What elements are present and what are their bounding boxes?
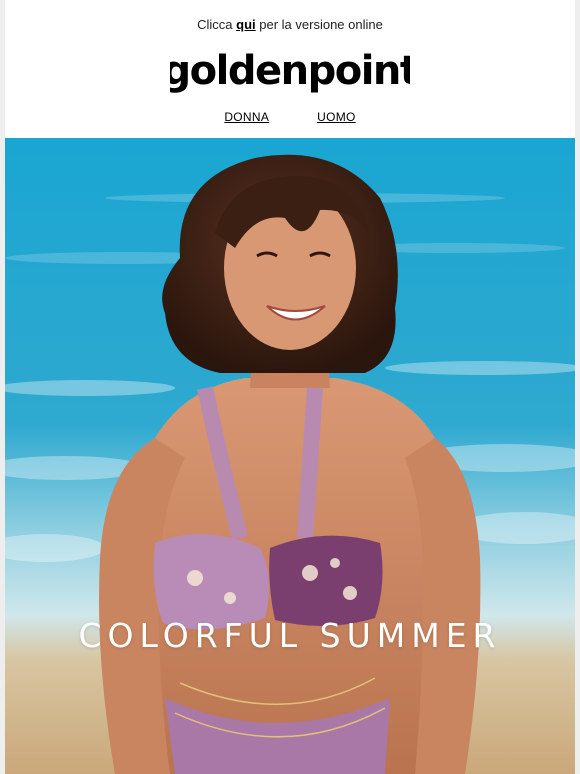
preheader-prefix: Clicca bbox=[197, 17, 237, 32]
nav-item-uomo[interactable]: UOMO bbox=[317, 110, 356, 124]
brand-logo[interactable]: goldenpoint bbox=[5, 48, 575, 104]
email-backdrop: Clicca qui per la versione online golden… bbox=[0, 0, 580, 774]
online-version-link[interactable]: qui bbox=[236, 17, 256, 32]
svg-text:goldenpoint: goldenpoint bbox=[170, 48, 410, 94]
hero-image bbox=[5, 138, 575, 774]
main-nav: DONNA UOMO bbox=[5, 110, 575, 124]
preheader: Clicca qui per la versione online bbox=[5, 17, 575, 32]
preheader-suffix: per la versione online bbox=[255, 17, 383, 32]
hero-banner[interactable]: COLORFUL SUMMER bbox=[5, 138, 575, 774]
email-body: Clicca qui per la versione online golden… bbox=[5, 0, 575, 774]
nav-item-donna[interactable]: DONNA bbox=[224, 110, 269, 124]
brand-logo-wordmark: goldenpoint bbox=[170, 48, 410, 94]
hero-title: COLORFUL SUMMER bbox=[78, 616, 502, 655]
